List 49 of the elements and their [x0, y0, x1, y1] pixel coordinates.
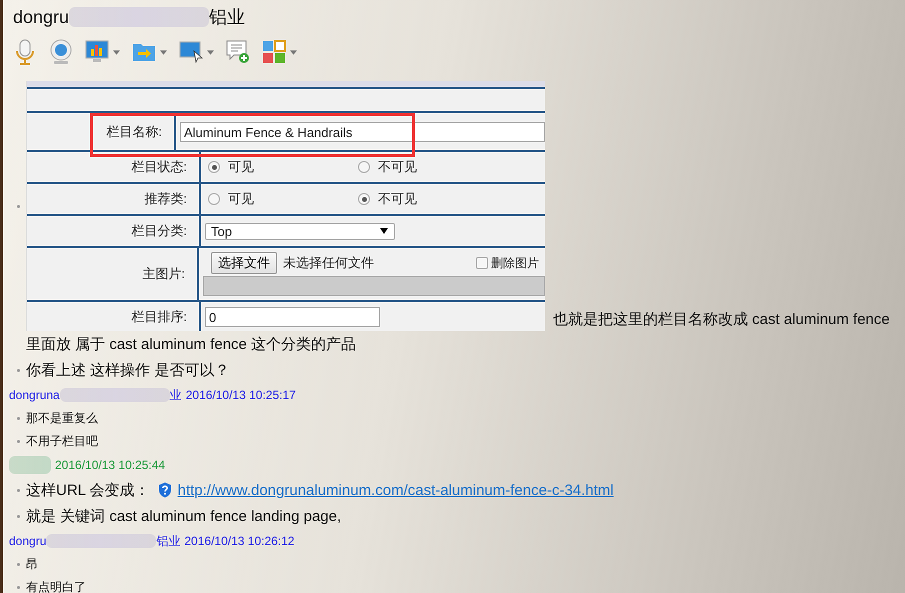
radio-label: 不可见	[378, 190, 417, 208]
message-time: 2016/10/13 10:25:44	[55, 458, 166, 472]
checkbox-label: 删除图片	[491, 254, 539, 272]
message-text: 这样URL 会变成：	[26, 480, 150, 500]
webcam-icon[interactable]	[49, 39, 73, 65]
message-text: 昂	[26, 556, 38, 573]
radio-button[interactable]	[208, 161, 220, 173]
microphone-icon[interactable]	[13, 39, 37, 65]
choose-file-button[interactable]: 选择文件	[211, 252, 277, 274]
shield-question-icon	[158, 482, 172, 498]
form-label: 推荐类:	[27, 184, 201, 214]
message-time: 2016/10/13 10:25:17	[186, 388, 296, 402]
url-link[interactable]: http://www.dongrunaluminum.com/cast-aluminum-fence-c-34.html	[178, 482, 614, 498]
message-text: 就是 关键词 cast aluminum fence landing page,	[26, 506, 342, 526]
message-time: 2016/10/13 10:26:12	[184, 534, 294, 548]
window-title: dongru	[13, 6, 70, 28]
form-label: 栏目排序:	[27, 302, 201, 331]
message-text: 里面放 属于 cast aluminum fence 这个分类的产品	[26, 334, 356, 354]
caret-icon[interactable]	[380, 228, 388, 234]
select-dropdown[interactable]: Top	[205, 222, 395, 240]
form-label: 主图片:	[27, 248, 199, 300]
sender-name: 铝业	[156, 532, 180, 550]
checkbox[interactable]	[476, 257, 488, 269]
radio-label: 不可见	[378, 158, 417, 176]
redacted-blur	[9, 456, 51, 474]
radio-button[interactable]	[358, 193, 370, 205]
text-input[interactable]: 0	[205, 307, 380, 327]
message-text: 不用子栏目吧	[26, 433, 98, 450]
form-label: 栏目分类:	[27, 216, 201, 246]
text-input[interactable]: Aluminum Fence & Handrails	[180, 122, 545, 142]
message-add-icon[interactable]	[226, 39, 250, 65]
radio-button[interactable]	[358, 161, 370, 173]
radio-label: 可见	[228, 190, 254, 208]
sender-name: dongruna	[9, 388, 60, 402]
message-text: 你看上述 这样操作 是否可以？	[26, 360, 230, 380]
apps-grid-icon[interactable]	[262, 39, 286, 65]
message-text: 有点明白了	[26, 579, 86, 593]
sender-name: dongru	[9, 534, 46, 548]
form-label: 栏目状态:	[27, 152, 201, 182]
message-text: 也就是把这里的栏目名称改成 cast aluminum fence	[553, 310, 890, 329]
monitor-chart-icon[interactable]	[85, 39, 109, 65]
form-label: 栏目名称:	[27, 113, 176, 150]
sender-name: 业	[170, 386, 182, 404]
radio-button[interactable]	[208, 193, 220, 205]
message-text: 那不是重复么	[26, 410, 98, 427]
file-status: 未选择任何文件	[283, 254, 374, 272]
radio-label: 可见	[228, 158, 254, 176]
window-title: 铝业	[209, 6, 246, 29]
monitor-cursor-icon[interactable]	[179, 39, 203, 65]
